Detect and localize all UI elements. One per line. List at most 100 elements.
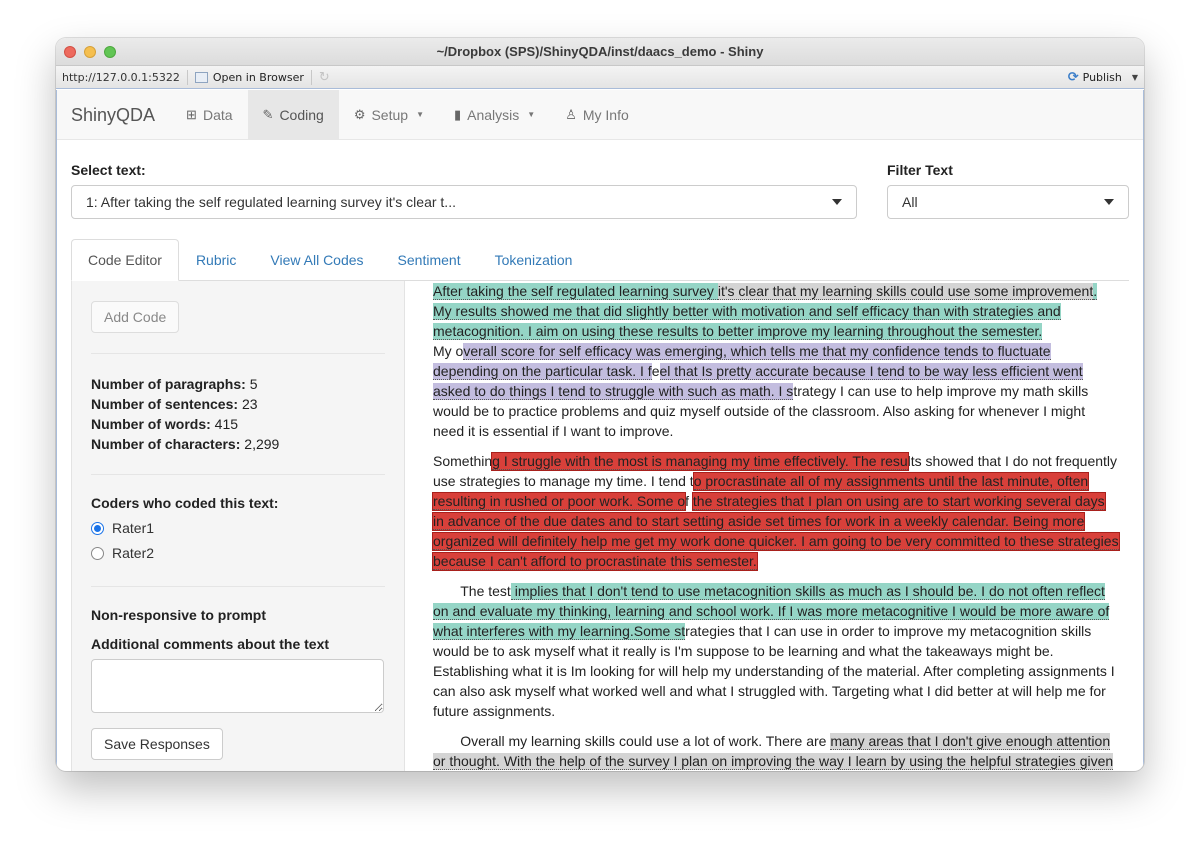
tab-code-editor[interactable]: Code Editor	[71, 239, 179, 281]
document-text: f	[685, 493, 693, 509]
divider	[186, 69, 188, 85]
viewer-toolbar: http://127.0.0.1:5322 Open in Browser ↻ …	[56, 66, 1144, 89]
select-text-group: Select text: 1: After taking the self re…	[71, 162, 857, 219]
publish-icon: ⟳	[1067, 69, 1079, 85]
bar-chart-icon: ▮	[453, 106, 462, 122]
divider	[310, 69, 312, 85]
chevron-down-icon: ▼	[527, 110, 536, 119]
divider	[91, 474, 385, 475]
stat-value: 5	[249, 376, 258, 392]
tab-tokenization[interactable]: Tokenization	[478, 239, 590, 280]
gears-icon: ⚙	[353, 106, 366, 122]
nav-analysis-label: Analysis	[467, 106, 520, 123]
tab-sentiment[interactable]: Sentiment	[381, 239, 478, 280]
stat-sentences: Number of sentences: 23	[91, 394, 385, 414]
coder-option-rater2[interactable]: Rater2	[91, 541, 385, 566]
stat-value: 23	[241, 396, 258, 412]
app-window: ~/Dropbox (SPS)/ShinyQDA/inst/daacs_demo…	[56, 38, 1144, 771]
nav-coding-label: Coding	[279, 106, 324, 123]
document-paragraph: Overall my learning skills could use a l…	[433, 731, 1119, 771]
divider	[91, 586, 385, 587]
title-bar: ~/Dropbox (SPS)/ShinyQDA/inst/daacs_demo…	[56, 38, 1144, 66]
nav-my-info[interactable]: ♙ My Info	[550, 90, 644, 139]
non-responsive-label: Non-responsive to prompt	[91, 607, 267, 623]
user-icon: ♙	[565, 106, 577, 122]
coder-label: Rater1	[112, 520, 155, 536]
select-text-dropdown[interactable]: 1: After taking the self regulated learn…	[71, 185, 857, 219]
filter-text-dropdown[interactable]: All	[887, 185, 1129, 219]
publish-label: Publish	[1082, 70, 1122, 84]
document-text: e	[651, 363, 660, 379]
nav-data[interactable]: ⊞ Data	[171, 90, 247, 139]
nav-setup[interactable]: ⚙ Setup ▼	[339, 90, 439, 139]
divider	[91, 353, 385, 354]
navbar: ShinyQDA ⊞ Data ✎ Coding ⚙ Setup ▼ ▮ Ana…	[57, 90, 1143, 140]
window-title: ~/Dropbox (SPS)/ShinyQDA/inst/daacs_demo…	[436, 44, 764, 59]
filter-text-label: Filter Text	[887, 162, 953, 178]
select-text-value: 1: After taking the self regulated learn…	[86, 194, 456, 210]
edit-icon: ✎	[262, 106, 274, 122]
window-controls	[64, 46, 116, 58]
coder-label: Rater2	[112, 545, 155, 561]
nav-my-info-label: My Info	[582, 106, 629, 123]
text-stats: Number of paragraphs: 5 Number of senten…	[91, 374, 385, 454]
add-code-button[interactable]: Add Code	[91, 301, 180, 333]
chevron-down-icon: ▼	[416, 110, 424, 119]
tab-view-all-codes[interactable]: View All Codes	[253, 239, 380, 280]
code-editor-panel: Add Code Number of paragraphs: 5 Number …	[71, 281, 1129, 771]
maximize-window-button[interactable]	[104, 46, 116, 58]
code-highlight-gray[interactable]: it's clear that my learning skills could…	[717, 283, 1094, 300]
caret-down-icon	[832, 199, 842, 205]
document-text: My o	[433, 343, 464, 359]
stat-value: 415	[214, 416, 239, 432]
comments-textarea[interactable]	[91, 659, 384, 713]
code-sidebar: Add Code Number of paragraphs: 5 Number …	[71, 281, 405, 771]
filter-text-group: Filter Text All	[887, 162, 1129, 219]
save-responses-button[interactable]: Save Responses	[91, 728, 223, 760]
caret-down-icon	[1104, 199, 1114, 205]
open-in-browser-label: Open in Browser	[212, 70, 304, 84]
select-text-label: Select text:	[71, 162, 146, 178]
chevron-down-icon: ▼	[1131, 72, 1138, 82]
minimize-window-button[interactable]	[84, 46, 96, 58]
shiny-app: ShinyQDA ⊞ Data ✎ Coding ⚙ Setup ▼ ▮ Ana…	[56, 90, 1144, 771]
stat-label: Number of paragraphs:	[91, 376, 246, 392]
browser-window-icon	[194, 71, 208, 83]
stat-characters: Number of characters: 2,299	[91, 434, 385, 454]
nav-data-label: Data	[202, 106, 233, 123]
url-label: http://127.0.0.1:5322	[62, 70, 180, 84]
document-paragraph: The test implies that I don't tend to us…	[433, 581, 1119, 721]
coded-document[interactable]: After taking the self regulated learning…	[405, 281, 1129, 771]
stat-label: Number of sentences:	[91, 396, 239, 412]
coders-label: Coders who coded this text:	[91, 495, 279, 511]
radio-rater1[interactable]	[91, 522, 104, 535]
document-text: Overall my learning skills could use a l…	[433, 733, 831, 749]
nav-coding[interactable]: ✎ Coding	[247, 90, 339, 139]
nav-setup-label: Setup	[371, 106, 409, 123]
stat-value: 2,299	[244, 436, 280, 452]
coder-option-rater1[interactable]: Rater1	[91, 516, 385, 541]
main-content: Select text: 1: After taking the self re…	[57, 162, 1143, 771]
stat-label: Number of words:	[91, 416, 211, 432]
document-paragraph: Something I struggle with the most is ma…	[431, 451, 1120, 571]
code-highlight-teal[interactable]: After taking the self regulated learning…	[433, 283, 718, 300]
filter-text-value: All	[902, 194, 918, 210]
comments-label: Additional comments about the text	[91, 636, 330, 652]
radio-rater2[interactable]	[91, 547, 104, 560]
tab-rubric[interactable]: Rubric	[179, 239, 253, 280]
stat-label: Number of characters:	[91, 436, 241, 452]
refresh-icon[interactable]: ↻	[319, 70, 330, 85]
nav-analysis[interactable]: ▮ Analysis ▼	[439, 90, 550, 139]
open-in-browser-button[interactable]: Open in Browser	[194, 70, 304, 84]
document-paragraph: After taking the self regulated learning…	[433, 281, 1119, 441]
code-highlight-red[interactable]: g I struggle with the most is managing m…	[491, 452, 909, 471]
stat-words: Number of words: 415	[91, 414, 385, 434]
publish-button[interactable]: ⟳ Publish ▼	[1068, 70, 1138, 85]
document-text: Somethin	[433, 453, 493, 469]
close-window-button[interactable]	[64, 46, 76, 58]
brand[interactable]: ShinyQDA	[71, 90, 155, 139]
table-icon: ⊞	[186, 106, 197, 122]
tab-bar: Code Editor Rubric View All Codes Sentim…	[71, 239, 1129, 281]
document-text: The test	[433, 583, 511, 599]
stat-paragraphs: Number of paragraphs: 5	[91, 374, 385, 394]
